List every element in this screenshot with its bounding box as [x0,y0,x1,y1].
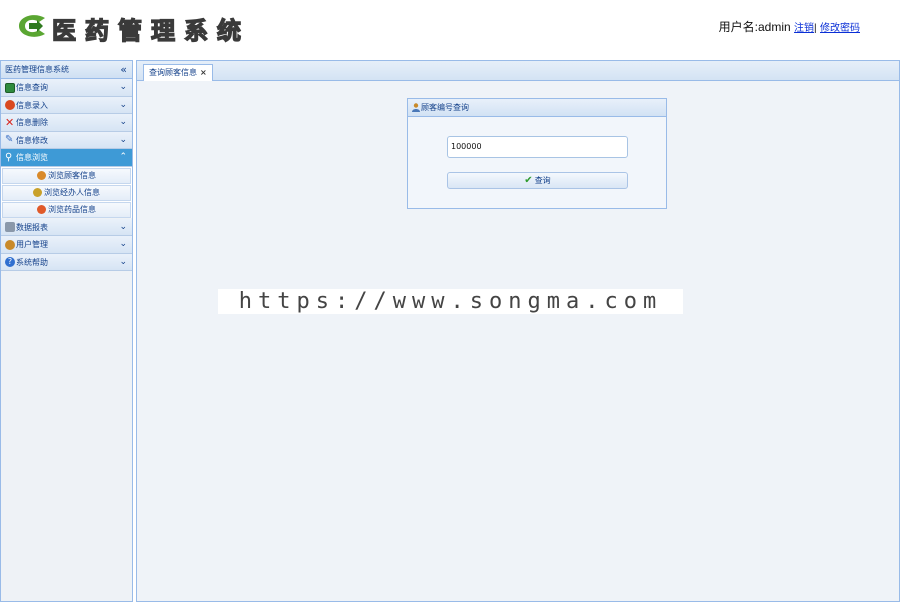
card-icon [5,82,15,93]
logout-link[interactable]: 注销 [794,23,814,34]
chevron-down-icon: ⌄ [119,134,127,145]
help-icon: ? [5,257,15,267]
sidebar: 医药管理信息系统 « 信息查询 ⌄ 信息录入 ⌄ ✕ 信息删除 ⌄ ✎ 信息修改 ⌄… [0,60,133,602]
sidebar-title: 医药管理信息系统 « [1,61,132,79]
change-password-link[interactable]: 修改密码 [820,23,860,34]
sub-item-label: 浏览顾客信息 [48,170,96,180]
menu-system-help[interactable]: ? 系统帮助 ⌄ [1,253,132,271]
medicine-icon [37,204,46,214]
sub-item-browse-agents[interactable]: 浏览经办人信息 [2,184,131,201]
user-area: 用户名:admin 注销| 修改密码 [719,18,860,35]
check-icon: ✔ [524,175,533,186]
panel-header: 顾客编号查询 [408,99,666,117]
customer-icon [37,170,46,180]
menu-user-management[interactable]: 用户管理 ⌄ [1,236,132,254]
close-icon[interactable]: × [200,68,207,77]
chevron-down-icon: ⌄ [119,256,127,267]
collapse-sidebar-icon[interactable]: « [120,61,127,79]
main-area: 查询顾客信息 × 顾客编号查询 100000 ✔ 查询 [136,60,900,602]
sub-item-browse-customers[interactable]: 浏览顾客信息 [2,167,131,184]
tab-query-customer[interactable]: 查询顾客信息 × [143,64,213,81]
chevron-down-icon: ⌄ [119,82,127,92]
link-separator: | [814,23,817,34]
header: 医药管理系统 用户名:admin 注销| 修改密码 [0,0,900,58]
watermark: https://www.songma.com [218,289,683,314]
app-title: 医药管理系统 [51,15,250,45]
menu-info-edit[interactable]: ✎ 信息修改 ⌄ [1,131,132,149]
menu-info-browse[interactable]: ⚲ 信息浏览 ⌃ [1,149,132,167]
menu-label: 信息修改 [16,135,48,145]
menu-label: 用户管理 [16,240,48,249]
tab-label: 查询顾客信息 [149,68,197,77]
query-button[interactable]: ✔ 查询 [447,172,628,189]
tab-bar: 查询顾客信息 × [137,61,899,81]
customer-id-input[interactable]: 100000 [447,136,628,158]
username-label: 用户名:admin [718,20,791,34]
menu-label: 系统帮助 [16,257,48,267]
edit-icon: ✎ [5,134,14,145]
menu-info-delete[interactable]: ✕ 信息删除 ⌄ [1,114,132,132]
chevron-down-icon: ⌄ [119,117,127,127]
logo-icon [19,15,45,37]
chevron-down-icon: ⌄ [119,239,127,249]
add-icon [5,100,15,110]
sub-item-label: 浏览药品信息 [48,204,96,214]
menu-info-query[interactable]: 信息查询 ⌄ [1,79,132,97]
sidebar-title-text: 医药管理信息系统 [5,65,69,74]
menu-label: 数据报表 [16,222,48,232]
menu-data-report[interactable]: 数据报表 ⌄ [1,218,132,236]
search-icon: ⚲ [5,151,13,163]
query-button-label: 查询 [534,176,551,185]
sub-item-browse-medicines[interactable]: 浏览药品信息 [2,201,131,218]
menu-label: 信息浏览 [16,153,48,162]
menu-label: 信息查询 [16,83,48,92]
chevron-down-icon: ⌄ [119,99,127,110]
customer-id-query-panel: 顾客编号查询 100000 ✔ 查询 [407,98,667,209]
panel-title: 顾客编号查询 [421,103,469,112]
menu-info-entry[interactable]: 信息录入 ⌄ [1,96,132,114]
user-icon [5,239,15,250]
user-icon [412,103,420,112]
sub-item-label: 浏览经办人信息 [44,187,100,197]
browse-submenu: 浏览顾客信息 浏览经办人信息 浏览药品信息 [1,166,132,218]
chevron-down-icon: ⌄ [119,221,127,232]
delete-icon: ✕ [5,115,15,129]
agent-icon [33,187,42,197]
menu-label: 信息删除 [16,118,48,127]
menu-label: 信息录入 [16,100,48,110]
printer-icon [5,222,15,232]
chevron-up-icon: ⌃ [119,152,127,162]
